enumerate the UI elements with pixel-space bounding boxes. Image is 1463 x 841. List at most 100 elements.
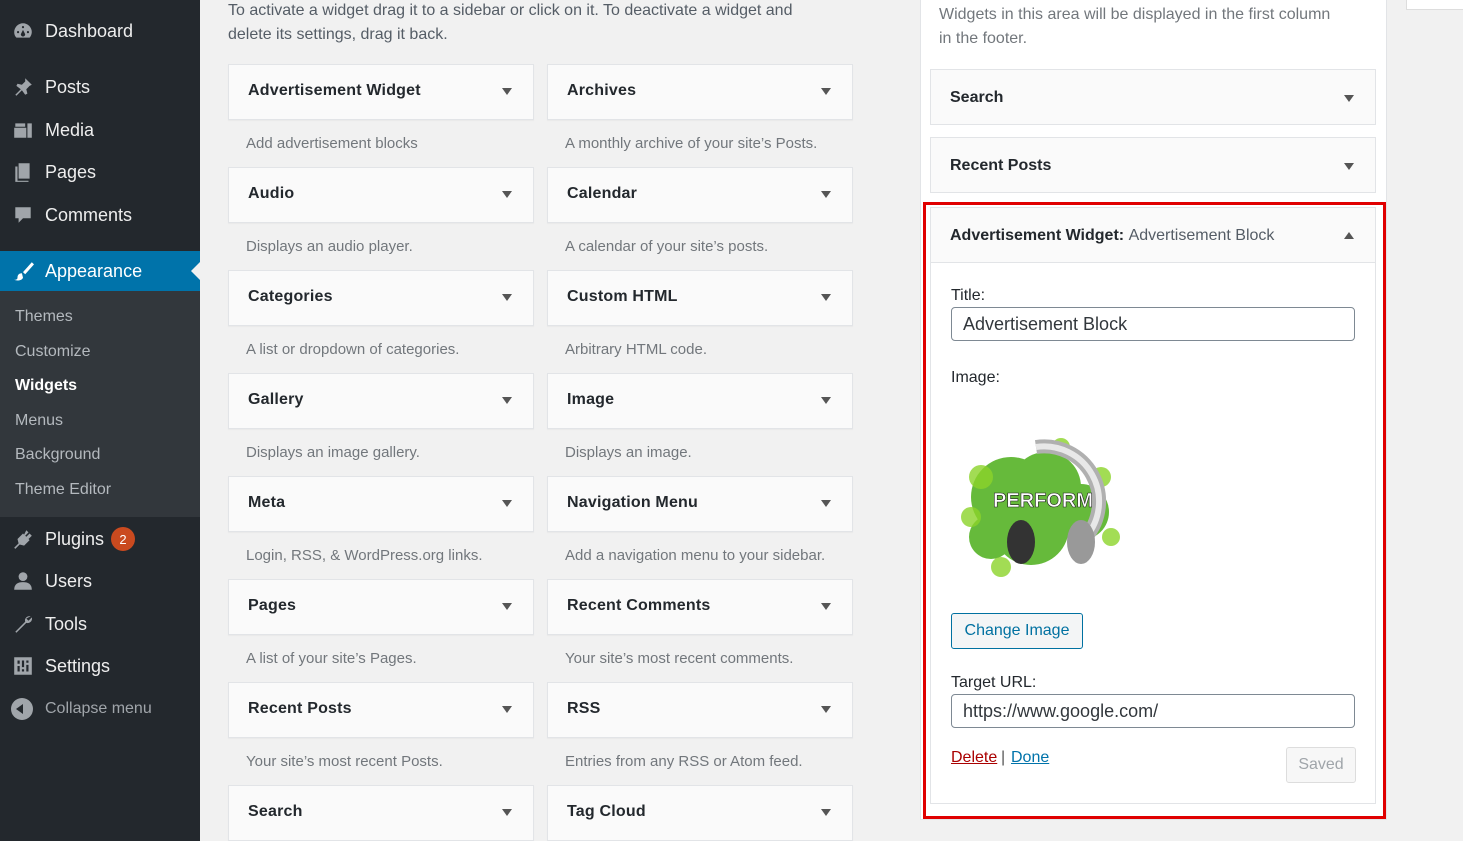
image-label: Image:: [951, 369, 1000, 386]
menu-item-media[interactable]: Media: [0, 110, 200, 150]
target-url-label: Target URL:: [951, 674, 1037, 691]
menu-item-tools[interactable]: Tools: [0, 604, 200, 644]
available-widget[interactable]: Navigation Menu: [547, 476, 853, 532]
menu-item-appearance[interactable]: Appearance: [0, 251, 200, 291]
title-input[interactable]: [951, 307, 1355, 341]
dashboard-icon: [11, 19, 35, 43]
available-widget[interactable]: Search: [228, 785, 534, 841]
menu-item-comments[interactable]: Comments: [0, 195, 200, 235]
available-widget[interactable]: Custom HTML: [547, 270, 853, 326]
menu-item-posts[interactable]: Posts: [0, 67, 200, 107]
available-widgets-description: To activate a widget drag it to a sideba…: [228, 2, 793, 43]
menu-item-settings[interactable]: Settings: [0, 646, 200, 686]
plugin-icon: [11, 527, 35, 551]
sidebar-widget-search[interactable]: Search: [930, 69, 1376, 125]
submenu-theme-editor[interactable]: Theme Editor: [15, 481, 111, 499]
expand-arrow-icon[interactable]: [502, 294, 512, 301]
menu-item-users[interactable]: Users: [0, 561, 200, 601]
advertisement-widget-form: Advertisement Widget: Advertisement Bloc…: [930, 207, 1376, 804]
available-widget[interactable]: Audio: [228, 167, 534, 223]
submenu-widgets[interactable]: Widgets: [15, 377, 77, 395]
menu-label-users: Users: [45, 570, 93, 591]
expand-arrow-icon[interactable]: [502, 706, 512, 713]
available-widget[interactable]: Gallery: [228, 373, 534, 429]
available-widget[interactable]: Pages: [228, 579, 534, 635]
available-widget[interactable]: Recent Posts: [228, 682, 534, 738]
expand-arrow-icon[interactable]: [821, 294, 831, 301]
submenu-menus[interactable]: Menus: [15, 412, 63, 430]
expand-arrow-icon[interactable]: [821, 809, 831, 816]
expand-arrow-icon[interactable]: [821, 500, 831, 507]
widget-description: A list of your site’s Pages.: [246, 650, 417, 667]
widget-description: Displays an audio player.: [246, 238, 413, 255]
widget-title: Custom HTML: [567, 288, 678, 305]
widget-title: Recent Posts: [248, 700, 352, 717]
collapse-arrow-icon[interactable]: [1344, 232, 1354, 239]
sidebar-description: Widgets in this area will be displayed i…: [939, 6, 1331, 47]
settings-icon: [11, 654, 35, 678]
available-widget[interactable]: Archives: [547, 64, 853, 120]
target-url-input[interactable]: [951, 694, 1355, 728]
saved-button[interactable]: Saved: [1286, 747, 1356, 783]
menu-item-pages[interactable]: Pages: [0, 152, 200, 192]
menu-item-dashboard[interactable]: Dashboard: [0, 11, 200, 51]
expand-arrow-icon[interactable]: [502, 88, 512, 95]
menu-label-media: Media: [45, 119, 95, 140]
available-widget[interactable]: Advertisement Widget: [228, 64, 534, 120]
expand-arrow-icon[interactable]: [821, 191, 831, 198]
widget-title: Pages: [248, 597, 297, 614]
done-link[interactable]: Done: [1011, 749, 1049, 767]
available-widget[interactable]: Tag Cloud: [547, 785, 853, 841]
submenu-themes[interactable]: Themes: [15, 308, 73, 326]
menu-label-appearance: Appearance: [45, 260, 143, 281]
available-widget[interactable]: Image: [547, 373, 853, 429]
widget-title: Image: [567, 391, 615, 408]
expand-arrow-icon[interactable]: [502, 809, 512, 816]
widget-description: A calendar of your site’s posts.: [565, 238, 769, 255]
media-icon: [11, 118, 35, 142]
expand-arrow-icon[interactable]: [821, 88, 831, 95]
expand-arrow-icon[interactable]: [502, 500, 512, 507]
delete-link[interactable]: Delete: [951, 749, 997, 767]
menu-label-tools: Tools: [45, 613, 88, 634]
link-separator: |: [1001, 749, 1006, 766]
collapse-arrow-icon: [11, 698, 33, 720]
title-label: Title:: [951, 287, 986, 304]
plugins-update-badge: 2: [111, 527, 136, 551]
sidebar-widget-title: Recent Posts: [950, 157, 1052, 174]
pin-icon: [11, 75, 35, 99]
available-widget[interactable]: Meta: [228, 476, 534, 532]
menu-label-settings: Settings: [45, 655, 111, 676]
widget-description: Your site’s most recent comments.: [565, 650, 794, 667]
widget-title: Recent Comments: [567, 597, 711, 614]
submenu-customize[interactable]: Customize: [15, 343, 91, 361]
menu-label-plugins: Plugins: [45, 528, 105, 549]
image-logo-text: PERFORM: [993, 490, 1093, 512]
expand-arrow-icon[interactable]: [502, 603, 512, 610]
widget-title: Search: [248, 803, 303, 820]
expand-arrow-icon[interactable]: [502, 397, 512, 404]
open-widget-header[interactable]: Advertisement Widget: Advertisement Bloc…: [931, 208, 1375, 263]
expand-arrow-icon[interactable]: [821, 603, 831, 610]
widget-title: Gallery: [248, 391, 304, 408]
menu-item-plugins[interactable]: Plugins 2: [0, 519, 200, 559]
sidebar-widget-title: Search: [950, 89, 1004, 106]
open-widget-title: Advertisement Widget: Advertisement Bloc…: [950, 227, 1275, 244]
paintbrush-icon: [11, 259, 35, 283]
available-widget[interactable]: Recent Comments: [547, 579, 853, 635]
expand-arrow-icon[interactable]: [1344, 163, 1354, 170]
expand-arrow-icon[interactable]: [821, 397, 831, 404]
available-widget[interactable]: RSS: [547, 682, 853, 738]
expand-arrow-icon[interactable]: [502, 191, 512, 198]
change-image-button[interactable]: Change Image: [951, 613, 1083, 649]
sidebar-widget-recent-posts[interactable]: Recent Posts: [930, 137, 1376, 193]
expand-arrow-icon[interactable]: [1344, 95, 1354, 102]
submenu-background[interactable]: Background: [15, 446, 100, 464]
panel-corner: [1406, 0, 1463, 10]
widget-title: Meta: [248, 494, 286, 511]
collapse-menu-button[interactable]: Collapse menu: [0, 690, 200, 728]
widget-description: Entries from any RSS or Atom feed.: [565, 753, 803, 770]
available-widget[interactable]: Categories: [228, 270, 534, 326]
expand-arrow-icon[interactable]: [821, 706, 831, 713]
available-widget[interactable]: Calendar: [547, 167, 853, 223]
